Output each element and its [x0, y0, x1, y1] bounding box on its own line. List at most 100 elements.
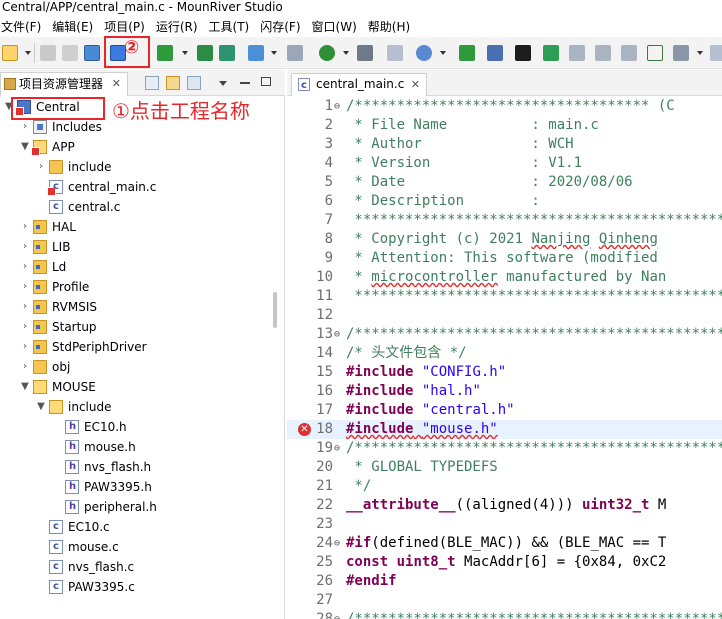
code-text: * Attention: This software (modified [346, 250, 658, 266]
menu-item-1[interactable]: 编辑(E) [51, 17, 97, 37]
tree-item[interactable]: › obj [0, 357, 280, 377]
save-icon[interactable] [40, 45, 56, 61]
task-list-icon[interactable] [647, 45, 663, 61]
console-icon[interactable] [515, 45, 531, 61]
external-tools-icon[interactable] [387, 45, 403, 61]
tree-item[interactable]: PAW3395.h [0, 477, 280, 497]
menu-item-5[interactable]: 闪存(F) [259, 17, 304, 37]
tree-item[interactable]: › Profile [0, 277, 280, 297]
filter-icon[interactable] [187, 76, 201, 90]
open-icon[interactable] [248, 45, 264, 61]
menu-item-7[interactable]: 帮助(H) [367, 17, 414, 37]
tab-project-explorer[interactable]: 项目资源管理器 ✕ [0, 72, 128, 96]
annotation-dropdown-icon[interactable] [697, 51, 703, 55]
debug-icon[interactable] [319, 45, 335, 61]
link-editor-icon[interactable] [166, 76, 180, 90]
menu-item-4[interactable]: 工具(T) [208, 17, 254, 37]
tree-item[interactable]: ▼ include [0, 397, 280, 417]
code-area[interactable]: 1 ⊖/*********************************** (… [287, 97, 722, 619]
tree-item[interactable]: central_main.c [0, 177, 280, 197]
collapsed-arrow-icon[interactable]: › [20, 297, 30, 317]
download-dropdown-icon[interactable] [182, 51, 188, 55]
collapsed-arrow-icon[interactable]: › [20, 317, 30, 337]
menu-item-6[interactable]: 窗口(W) [311, 17, 361, 37]
line-number: 18 [316, 421, 333, 437]
tree-item[interactable]: EC10.c [0, 517, 280, 537]
search-dropdown-icon[interactable] [440, 51, 446, 55]
fold-icon[interactable]: ⊖ [334, 97, 344, 116]
new-icon[interactable] [2, 45, 18, 61]
tree-item[interactable]: › HAL [0, 217, 280, 237]
next-annotation-icon[interactable] [710, 45, 722, 61]
print-icon[interactable] [287, 45, 303, 61]
maximize-icon[interactable] [261, 77, 271, 86]
tree-item[interactable]: › Startup [0, 317, 280, 337]
line-number: 14 [316, 345, 333, 361]
tab-central-main[interactable]: central_main.c ✕ [291, 73, 427, 96]
new-dropdown-icon[interactable] [25, 51, 31, 55]
collapsed-arrow-icon[interactable]: › [20, 257, 30, 277]
hfile-icon [65, 497, 79, 517]
menu-item-2[interactable]: 项目(P) [103, 17, 149, 37]
tree-item[interactable]: ▼ APP [0, 137, 280, 157]
collapse-all-icon[interactable] [145, 76, 159, 90]
tree-item[interactable]: ▼ MOUSE [0, 377, 280, 397]
code-text: __attribute__((aligned(4))) uint32_t M [346, 497, 667, 513]
search-icon[interactable] [416, 45, 432, 61]
tree-item[interactable]: › RVMSIS [0, 297, 280, 317]
code-editor: central_main.c ✕ 1⊖/********************… [287, 70, 722, 619]
close-icon[interactable]: ✕ [112, 73, 121, 95]
view-menu-icon[interactable] [219, 81, 227, 86]
minimize-icon[interactable] [240, 82, 250, 84]
code-text: * Version : V1.1 [346, 155, 583, 171]
collapsed-arrow-icon[interactable]: › [20, 217, 30, 237]
tree-item[interactable]: nvs_flash.c [0, 557, 280, 577]
run-icon[interactable] [543, 45, 559, 61]
tree-item[interactable]: › LIB [0, 237, 280, 257]
tree-item[interactable]: nvs_flash.h [0, 457, 280, 477]
expanded-arrow-icon[interactable]: ▼ [20, 377, 30, 397]
build-all-icon[interactable] [197, 45, 213, 61]
tree-item[interactable]: central.c [0, 197, 280, 217]
collapsed-arrow-icon[interactable]: › [20, 277, 30, 297]
expanded-arrow-icon[interactable]: ▼ [36, 397, 46, 417]
tree-item-label: central_main.c [68, 180, 157, 194]
fold-icon[interactable]: ⊖ [334, 610, 344, 619]
tree-item[interactable]: › StdPeriphDriver [0, 337, 280, 357]
tree-item[interactable]: PAW3395.c [0, 577, 280, 597]
collapsed-arrow-icon[interactable]: › [20, 337, 30, 357]
tree-item[interactable]: › include [0, 157, 280, 177]
expanded-arrow-icon[interactable]: ▼ [20, 137, 30, 157]
properties-icon[interactable] [84, 45, 100, 61]
download-icon[interactable] [157, 45, 173, 61]
menu-item-3[interactable]: 运行(R) [155, 17, 202, 37]
tree-item[interactable]: mouse.c [0, 537, 280, 557]
tree-item[interactable]: EC10.h [0, 417, 280, 437]
step-into-icon[interactable] [569, 45, 585, 61]
tree-item[interactable]: peripheral.h [0, 497, 280, 517]
tree-item[interactable]: mouse.h [0, 437, 280, 457]
menu-item-0[interactable]: 文件(F) [0, 17, 45, 37]
fold-icon[interactable]: ⊖ [334, 439, 344, 458]
annotation-icon[interactable] [673, 45, 689, 61]
tree-item-label: peripheral.h [84, 500, 157, 514]
save-all-icon[interactable] [62, 45, 78, 61]
new-header-icon[interactable] [487, 45, 503, 61]
bug-icon[interactable] [357, 45, 373, 61]
debug-dropdown-icon[interactable] [343, 51, 349, 55]
tree-item[interactable]: › Ld [0, 257, 280, 277]
collapsed-arrow-icon[interactable]: › [36, 157, 46, 177]
fold-icon[interactable]: ⊖ [334, 325, 344, 344]
collapsed-arrow-icon[interactable]: › [20, 237, 30, 257]
close-icon[interactable]: ✕ [411, 74, 420, 95]
collapsed-arrow-icon[interactable]: › [20, 117, 30, 137]
open-dropdown-icon[interactable] [271, 51, 277, 55]
step-return-icon[interactable] [621, 45, 637, 61]
fold-icon[interactable]: ⊖ [334, 534, 344, 553]
tree-scrollbar[interactable] [273, 292, 277, 328]
step-over-icon[interactable] [595, 45, 611, 61]
collapsed-arrow-icon[interactable]: › [20, 357, 30, 377]
rebuild-icon[interactable] [219, 45, 235, 61]
new-source-icon[interactable] [459, 45, 475, 61]
code-line: 12 [287, 306, 722, 325]
